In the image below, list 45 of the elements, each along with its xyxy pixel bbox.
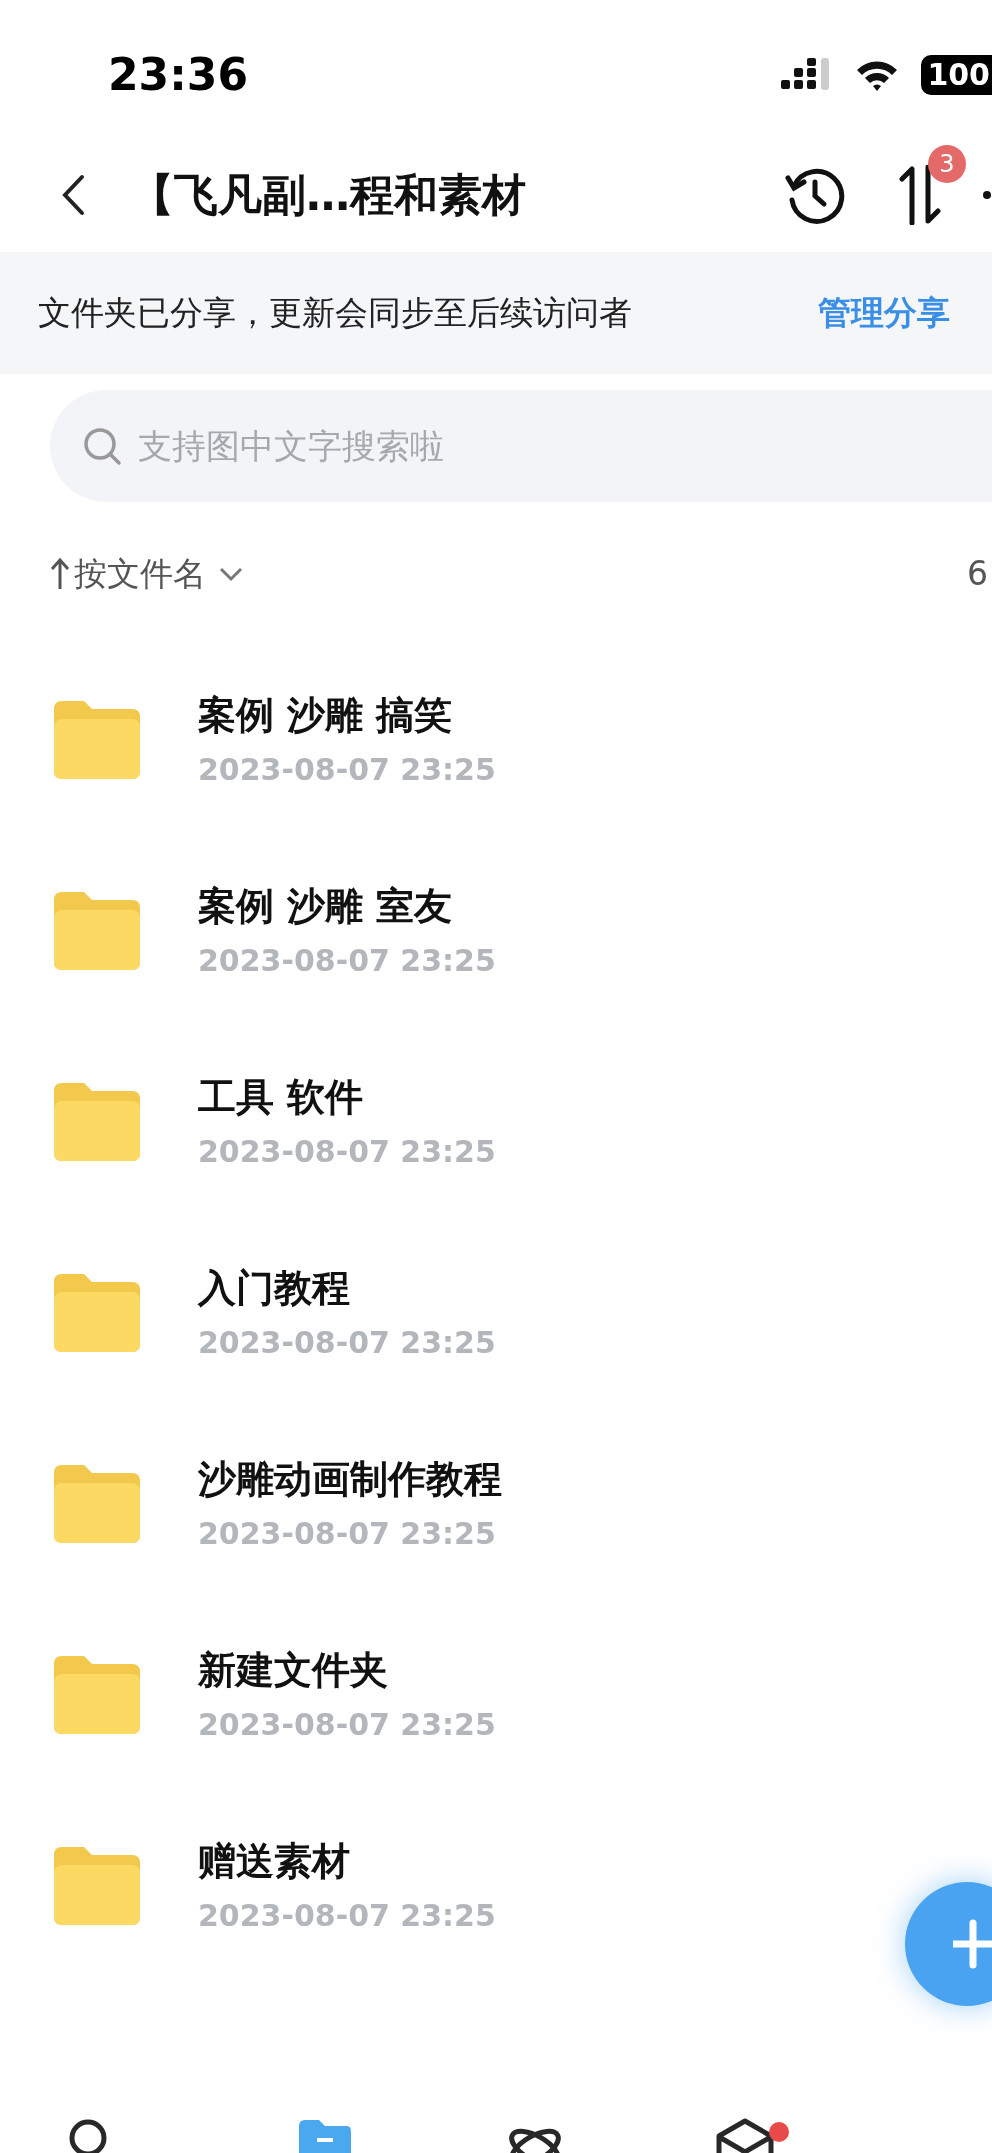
- folder-icon: [54, 700, 140, 779]
- folder-row[interactable]: 新建文件夹 2023-08-07 23:25: [0, 1599, 516, 1790]
- folder-date: 2023-08-07 23:25: [198, 750, 496, 789]
- status-time: 23:36: [108, 48, 249, 102]
- item-count: 6: [967, 553, 988, 596]
- folder-date: 2023-08-07 23:25: [198, 1705, 496, 1744]
- folder-row[interactable]: 案例 沙雕 搞笑 2023-08-07 23:25: [0, 644, 516, 835]
- more-icon[interactable]: [982, 190, 992, 200]
- folder-name: 入门教程: [198, 1264, 351, 1312]
- folder-icon: [54, 1082, 140, 1161]
- folder-row[interactable]: 沙雕动画制作教程 2023-08-07 23:25: [0, 1408, 522, 1599]
- folder-icon: [54, 1846, 140, 1925]
- share-notice: 文件夹已分享，更新会同步至后续访问者: [38, 292, 632, 335]
- back-icon[interactable]: [60, 174, 86, 216]
- folder-icon: [54, 1464, 140, 1543]
- folder-row[interactable]: 工具 软件 2023-08-07 23:25: [0, 1026, 516, 1217]
- folder-name: 工具 软件: [198, 1073, 365, 1121]
- folder-icon: [54, 1655, 140, 1734]
- folder-icon: [54, 1273, 140, 1352]
- folder-date: 2023-08-07 23:25: [198, 941, 496, 980]
- notification-badge: 3: [928, 145, 966, 183]
- folder-row[interactable]: 赠送素材 2023-08-07 23:25: [0, 1790, 516, 1981]
- folder-date: 2023-08-07 23:25: [198, 1896, 496, 1935]
- battery-level: 100: [921, 55, 992, 95]
- folder-name: 案例 沙雕 室友: [198, 882, 454, 930]
- folder-row[interactable]: 案例 沙雕 室友 2023-08-07 23:25: [0, 835, 516, 1026]
- folder-name: 案例 沙雕 搞笑: [198, 691, 454, 739]
- transfer-icon[interactable]: [898, 165, 942, 225]
- chevron-down-icon: [218, 566, 244, 582]
- tab-box-icon[interactable]: [715, 2118, 775, 2153]
- sort-arrow-icon: [50, 557, 70, 591]
- folder-row[interactable]: 入门教程 2023-08-07 23:25: [0, 1217, 516, 1408]
- search-icon: [82, 426, 122, 466]
- folder-name: 赠送素材: [198, 1837, 351, 1885]
- folder-name: 沙雕动画制作教程: [198, 1455, 502, 1503]
- folder-date: 2023-08-07 23:25: [198, 1132, 496, 1171]
- folder-date: 2023-08-07 23:25: [198, 1323, 496, 1362]
- plus-icon: [953, 1919, 992, 1969]
- folder-date: 2023-08-07 23:25: [198, 1514, 497, 1553]
- sort-button[interactable]: 按文件名: [50, 549, 244, 599]
- folder-title: 【飞凡副…程和素材: [130, 168, 526, 222]
- folder-name: 新建文件夹: [198, 1646, 389, 1694]
- folder-icon: [54, 891, 140, 970]
- search-field[interactable]: 支持图中文字搜索啦: [50, 390, 992, 502]
- add-button[interactable]: [905, 1882, 992, 2006]
